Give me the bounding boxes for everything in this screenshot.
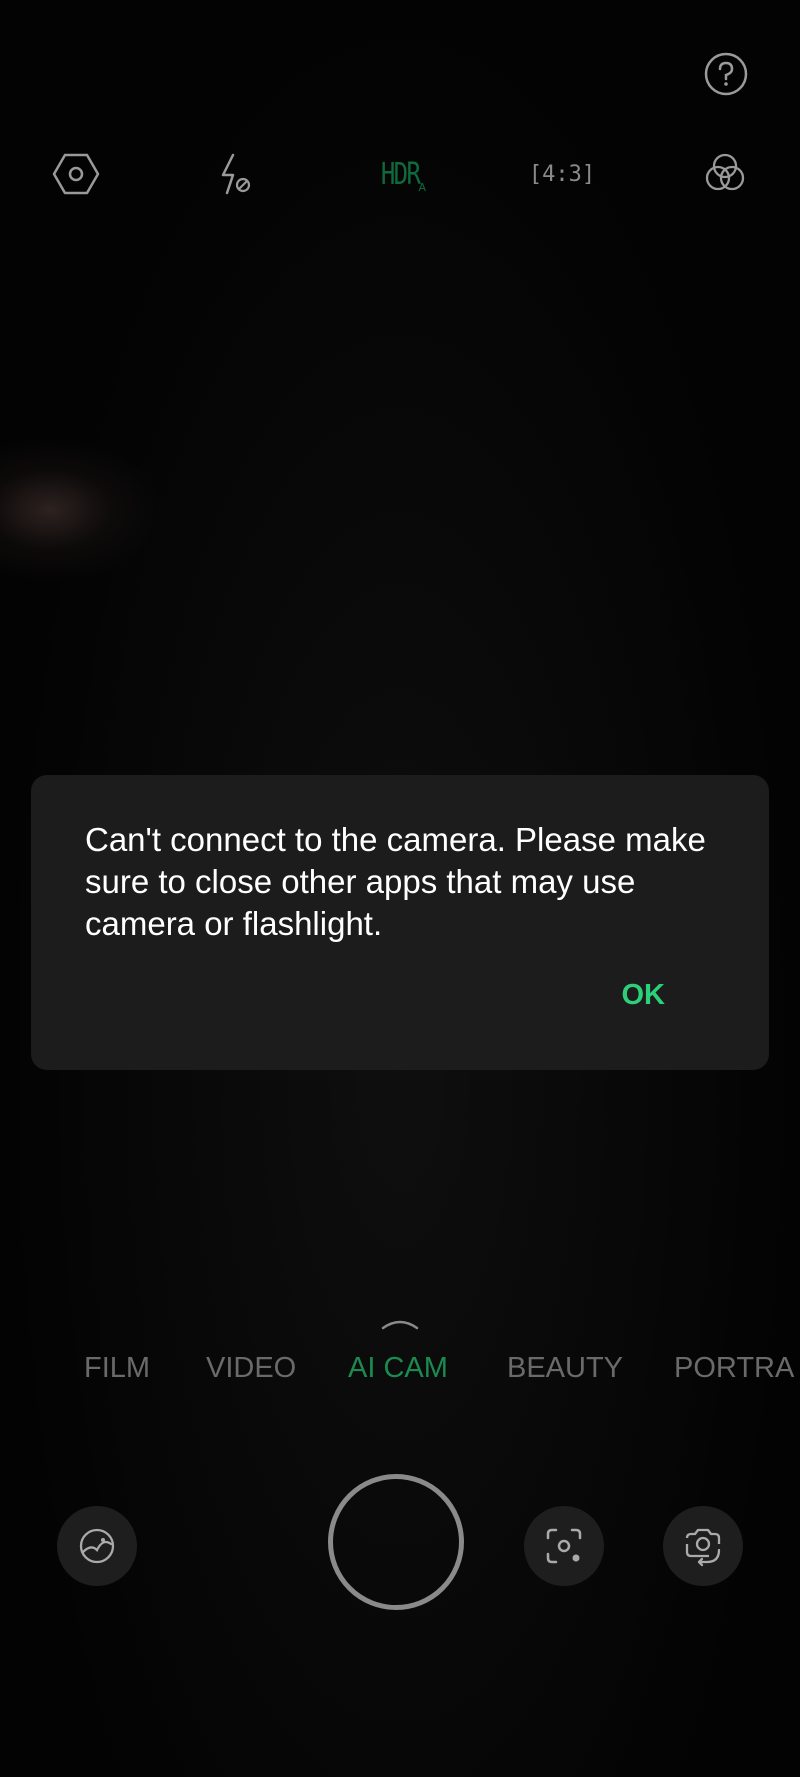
mode-film[interactable]: FILM [84,1352,150,1385]
flash-toggle-button[interactable] [206,144,266,204]
camera-viewfinder[interactable]: HDR A [4:3] Can't connect to the camera.… [0,0,800,1777]
dialog-message: Can't connect to the camera. Please make… [85,821,706,942]
flash-off-icon [221,153,251,195]
more-modes-button[interactable] [380,1314,420,1332]
hdr-auto-icon: HDR A [370,144,430,204]
google-lens-button[interactable] [524,1506,604,1586]
camera-settings-button[interactable] [46,144,106,204]
help-icon [704,52,748,96]
settings-hexagon-icon [52,153,100,195]
gallery-button[interactable] [57,1506,137,1586]
camera-error-dialog: Can't connect to the camera. Please make… [31,775,769,1070]
gallery-icon [79,1528,115,1564]
switch-camera-icon [685,1528,721,1567]
switch-camera-button[interactable] [663,1506,743,1586]
hdr-auto-label: A [418,181,426,194]
mode-portrait[interactable]: PORTRA [674,1352,794,1385]
mode-video[interactable]: VIDEO [206,1352,296,1385]
ok-button[interactable]: OK [614,975,674,1016]
chevron-up-icon [381,1320,419,1330]
aspect-ratio-icon: [4:3] [528,161,596,187]
filter-button[interactable] [695,144,755,204]
google-lens-icon [546,1528,582,1564]
help-button[interactable] [704,52,748,96]
mode-switcher[interactable]: FILM VIDEO AI CAM BEAUTY PORTRA [0,1352,800,1396]
filter-icon [705,153,745,191]
shutter-button[interactable] [328,1474,464,1610]
hdr-toggle-button[interactable]: HDR A [370,144,430,204]
mode-beauty[interactable]: BEAUTY [507,1352,623,1385]
mode-ai-cam[interactable]: AI CAM [348,1352,448,1385]
aspect-ratio-button[interactable]: [4:3] [528,144,596,204]
hdr-label: HDR [380,156,421,192]
